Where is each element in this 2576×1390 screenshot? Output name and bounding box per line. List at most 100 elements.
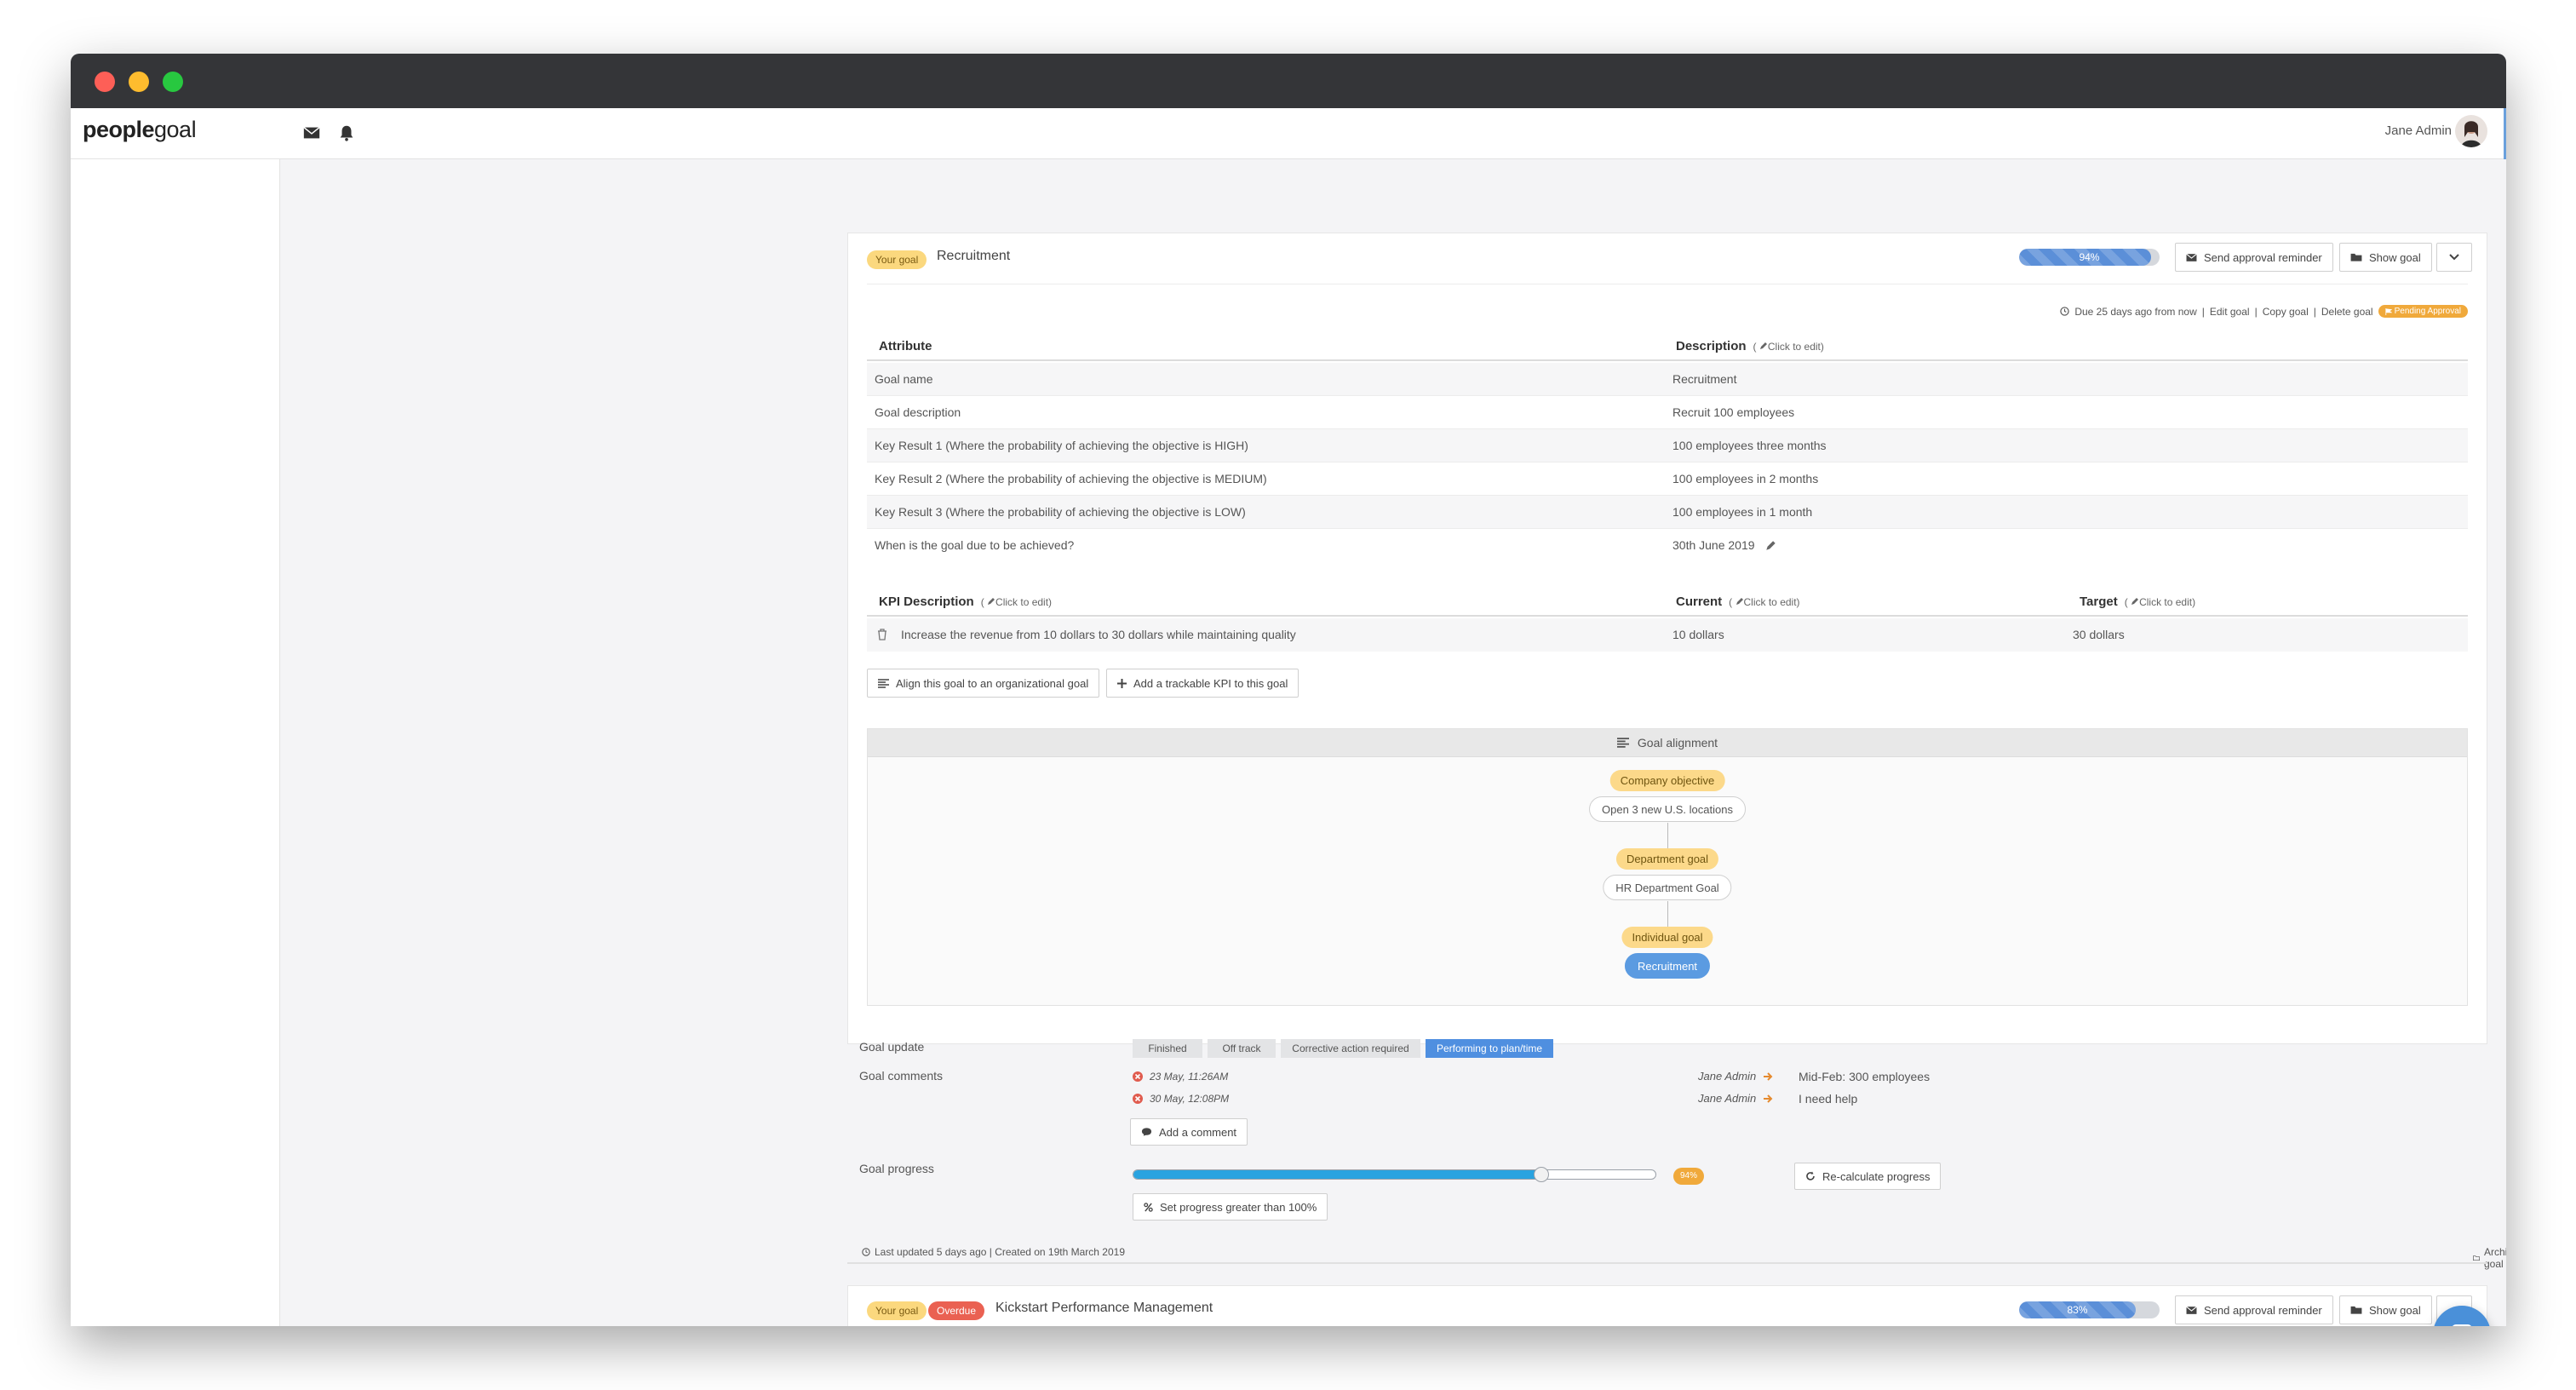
close-window-button[interactable]	[95, 72, 115, 92]
comment-date: 23 May, 11:26AM	[1133, 1071, 1228, 1083]
close-circle-icon[interactable]	[1133, 1094, 1143, 1104]
chevron-down-icon	[2449, 254, 2459, 261]
table-row: Key Result 1 (Where the probability of a…	[867, 429, 2468, 462]
goal-progress-bar: 83%	[2019, 1301, 2160, 1318]
add-comment-button[interactable]: Add a comment	[1130, 1118, 1248, 1146]
progress-label: 94%	[2079, 251, 2100, 263]
minimize-window-button[interactable]	[129, 72, 149, 92]
goal-title[interactable]: Recruitment	[937, 249, 1010, 264]
attribute-table-header: Attribute Description( Click to edit)	[867, 334, 2468, 361]
app-window: peoplegoal Jane Admin Your goal Recruitm…	[71, 54, 2506, 1326]
current-click-to-edit[interactable]: ( Click to edit)	[1729, 596, 1799, 608]
recalculate-progress-button[interactable]: Re-calculate progress	[1794, 1163, 1942, 1190]
goal-alignment-header: Goal alignment	[868, 729, 2467, 757]
goal-update-label: Goal update	[859, 1040, 925, 1054]
logo[interactable]: peoplegoal	[83, 117, 197, 143]
status-corrective-action[interactable]: Corrective action required	[1281, 1039, 1420, 1058]
table-row: Key Result 2 (Where the probability of a…	[867, 462, 2468, 496]
user-avatar-icon	[2461, 121, 2481, 147]
archive-goal-link[interactable]: Archive goal	[2473, 1246, 2506, 1270]
table-row: Key Result 3 (Where the probability of a…	[867, 496, 2468, 529]
comment-user: Jane Admin	[1698, 1092, 1773, 1105]
target-click-to-edit[interactable]: ( Click to edit)	[2125, 596, 2195, 608]
align-icon	[1616, 738, 1629, 748]
topbar-accent	[2504, 108, 2506, 159]
kpi-click-to-edit[interactable]: ( Click to edit)	[981, 596, 1052, 608]
percent-icon	[1144, 1202, 1153, 1212]
goal-alignment-panel: Goal alignment Company objective Open 3 …	[867, 728, 2468, 1006]
due-text: Due 25 days ago from now	[2074, 305, 2197, 318]
show-goal-button[interactable]: Show goal	[2339, 1295, 2432, 1324]
comment-date: 30 May, 12:08PM	[1133, 1093, 1229, 1105]
individual-goal-badge: Individual goal	[1621, 927, 1713, 948]
arrow-right-icon	[1764, 1094, 1773, 1103]
table-row: When is the goal due to be achieved? 30th…	[867, 529, 2468, 562]
close-circle-icon[interactable]	[1133, 1071, 1143, 1082]
goal-comments-label: Goal comments	[859, 1069, 944, 1083]
goal-title[interactable]: Kickstart Performance Management	[995, 1301, 1213, 1316]
window-titlebar	[71, 54, 2506, 108]
comment-text: I need help	[1799, 1092, 1858, 1106]
status-off-track[interactable]: Off track	[1208, 1039, 1276, 1058]
bell-icon[interactable]	[337, 123, 356, 142]
set-progress-over-100-button[interactable]: Set progress greater than 100%	[1133, 1193, 1328, 1221]
your-goal-badge: Your goal	[867, 250, 927, 269]
clock-icon	[862, 1248, 870, 1256]
slider-fill	[1133, 1170, 1541, 1179]
maximize-window-button[interactable]	[163, 72, 183, 92]
refresh-icon	[1806, 1171, 1815, 1180]
add-kpi-button[interactable]: Add a trackable KPI to this goal	[1106, 669, 1299, 698]
goal-menu-button[interactable]	[2436, 243, 2472, 272]
clock-icon	[2060, 307, 2070, 316]
kpi-row: Increase the revenue from 10 dollars to …	[867, 618, 2468, 652]
comment-text: Mid-Feb: 300 employees	[1799, 1070, 1931, 1083]
comment-user: Jane Admin	[1698, 1070, 1773, 1083]
section-divider	[847, 1262, 2487, 1264]
progress-percent-badge: 94%	[1673, 1168, 1705, 1185]
send-approval-reminder-button[interactable]: Send approval reminder	[2175, 243, 2333, 272]
flag-icon	[2384, 307, 2392, 315]
envelope-icon	[2186, 1306, 2197, 1314]
pencil-icon	[1736, 598, 1743, 605]
alignment-connector	[1667, 823, 1668, 848]
show-goal-button[interactable]: Show goal	[2339, 243, 2432, 272]
copy-goal-link[interactable]: Copy goal	[2263, 306, 2309, 318]
delete-goal-link[interactable]: Delete goal	[2321, 306, 2373, 318]
status-badge: Pending Approval	[2378, 305, 2468, 318]
arrow-right-icon	[1764, 1071, 1773, 1081]
top-navbar: peoplegoal Jane Admin	[71, 108, 2506, 159]
pencil-icon	[1759, 342, 1767, 349]
edit-goal-link[interactable]: Edit goal	[2210, 306, 2250, 318]
last-updated-text: Last updated 5 days ago | Created on 19t…	[862, 1246, 1125, 1258]
department-goal-node[interactable]: HR Department Goal	[1603, 875, 1732, 900]
avatar[interactable]	[2455, 115, 2487, 147]
send-approval-reminder-button[interactable]: Send approval reminder	[2175, 1295, 2333, 1324]
pencil-icon[interactable]	[1765, 540, 1776, 551]
trash-icon[interactable]	[877, 629, 887, 640]
company-objective-node[interactable]: Open 3 new U.S. locations	[1589, 796, 1746, 822]
pencil-icon	[2131, 598, 2139, 605]
folder-icon	[2473, 1255, 2480, 1261]
department-goal-badge: Department goal	[1615, 848, 1719, 870]
align-goal-button[interactable]: Align this goal to an organizational goa…	[867, 669, 1100, 698]
overdue-badge: Overdue	[928, 1301, 985, 1320]
progress-label: 83%	[2067, 1304, 2088, 1316]
individual-goal-node[interactable]: Recruitment	[1624, 953, 1711, 979]
pencil-icon	[988, 598, 995, 605]
align-icon	[878, 678, 889, 688]
description-click-to-edit[interactable]: ( Click to edit)	[1753, 341, 1824, 353]
envelope-icon	[2186, 253, 2197, 261]
folder-icon	[2350, 1306, 2362, 1314]
status-finished[interactable]: Finished	[1133, 1039, 1202, 1058]
envelope-icon[interactable]	[302, 123, 321, 142]
chat-icon	[2453, 1324, 2471, 1326]
goal-meta-line: Due 25 days ago from now | Edit goal | C…	[2060, 305, 2468, 318]
slider-thumb[interactable]	[1533, 1167, 1549, 1182]
comment-icon	[1141, 1128, 1152, 1136]
goal-progress-slider[interactable]	[1133, 1169, 1656, 1180]
main-content: Your goal Recruitment 94% Send approval …	[280, 159, 2506, 1326]
table-row: Goal name Recruitment	[867, 363, 2468, 396]
folder-icon	[2350, 253, 2362, 261]
status-performing-to-plan[interactable]: Performing to plan/time	[1426, 1039, 1553, 1058]
user-name[interactable]: Jane Admin	[2385, 123, 2452, 138]
